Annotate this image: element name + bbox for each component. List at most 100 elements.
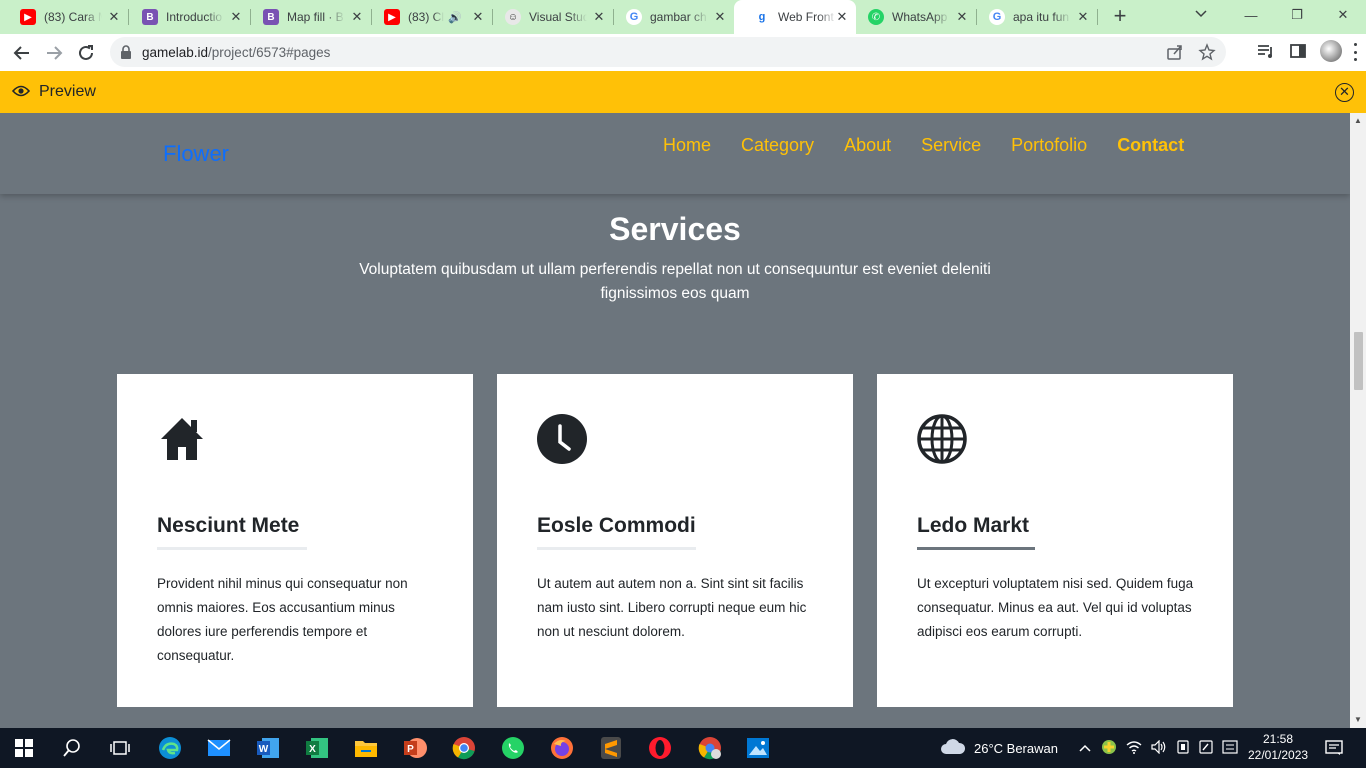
tab-title: gambar ch	[650, 10, 707, 24]
search-icon[interactable]	[60, 736, 84, 760]
windows-start-icon[interactable]	[12, 736, 36, 760]
profile-avatar[interactable]	[1320, 40, 1342, 62]
toolbar-right-actions	[1256, 40, 1342, 62]
gamelab-icon: g	[754, 9, 770, 25]
tab-close-icon[interactable]: ✕	[106, 9, 122, 25]
page-viewport: Flower Home Category About Service Porto…	[0, 113, 1350, 728]
task-view-icon[interactable]	[108, 736, 132, 760]
bookmark-star-icon[interactable]	[1198, 43, 1216, 66]
svg-text:P: P	[407, 744, 414, 755]
chrome-profile-icon[interactable]	[686, 728, 734, 768]
whatsapp-icon: ✆	[868, 9, 884, 25]
weather-text: 26°C Berawan	[974, 740, 1058, 756]
share-icon[interactable]	[1166, 43, 1184, 66]
new-tab-button[interactable]: +	[1108, 5, 1132, 29]
tab-title: WhatsApp	[892, 10, 948, 24]
weather-widget[interactable]: 26°C Berawan	[940, 728, 1058, 768]
tab-close-icon[interactable]: ✕	[712, 9, 728, 25]
tab-whatsapp[interactable]: ✆ WhatsApp ✕	[848, 0, 977, 34]
edge-icon[interactable]	[158, 736, 182, 760]
windows-taskbar: W X P 26°C Berawan 21:58 22/01/2023	[0, 728, 1366, 768]
excel-icon[interactable]: X	[305, 736, 329, 760]
taskbar-clock[interactable]: 21:58 22/01/2023	[1248, 731, 1308, 763]
close-preview-icon[interactable]: ✕	[1335, 83, 1354, 102]
preview-bar: Preview ✕	[0, 71, 1366, 113]
whatsapp-taskbar-icon[interactable]	[501, 736, 525, 760]
services-subtitle: Voluptatem quibusdam ut ullam perferendi…	[359, 261, 991, 302]
powerpoint-icon[interactable]: P	[403, 736, 427, 760]
scroll-down-arrow-icon[interactable]: ▼	[1353, 715, 1363, 725]
back-icon[interactable]	[9, 40, 35, 66]
browser-menu-icon[interactable]	[1354, 43, 1358, 61]
tab-google-apa-itu[interactable]: G apa itu fun ✕	[969, 0, 1098, 34]
tab-map-fill[interactable]: B Map fill · B ✕	[243, 0, 372, 34]
google-icon: G	[626, 9, 642, 25]
opera-icon[interactable]	[648, 736, 672, 760]
battery-icon[interactable]	[1176, 739, 1190, 757]
nav-portofolio-link[interactable]: Portofolio	[1011, 135, 1087, 156]
omnibox-actions	[1166, 43, 1216, 66]
address-bar[interactable]: gamelab.id/project/6573#pages	[110, 37, 1226, 67]
firefox-icon[interactable]	[550, 736, 574, 760]
notification-center-icon[interactable]	[1322, 736, 1346, 760]
sublime-text-icon[interactable]	[599, 736, 623, 760]
close-window-icon[interactable]: ✕	[1320, 0, 1366, 30]
wifi-icon[interactable]	[1126, 740, 1142, 757]
tab-close-icon[interactable]: ✕	[228, 9, 244, 25]
tab-title: apa itu fun	[1013, 10, 1070, 24]
bootstrap-icon: B	[142, 9, 158, 25]
tab-youtube-cara[interactable]: ▶ (83) Cara M ✕	[0, 0, 129, 34]
site-brand-link[interactable]: Flower	[163, 141, 229, 167]
tab-close-icon[interactable]: ✕	[470, 9, 486, 25]
tab-introduction[interactable]: B Introductio ✕	[122, 0, 251, 34]
reload-icon[interactable]	[73, 40, 99, 66]
minimize-icon[interactable]: —	[1228, 0, 1274, 30]
tray-app-icon[interactable]	[1101, 739, 1117, 758]
tab-close-icon[interactable]: ✕	[1075, 9, 1091, 25]
mail-icon[interactable]	[207, 736, 231, 760]
clock-date: 22/01/2023	[1248, 748, 1309, 762]
nav-category-link[interactable]: Category	[741, 135, 814, 156]
keyboard-language-icon[interactable]	[1222, 739, 1238, 757]
side-panel-icon[interactable]	[1288, 40, 1308, 62]
bootstrap-icon: B	[263, 9, 279, 25]
scroll-up-arrow-icon[interactable]: ▲	[1353, 116, 1363, 126]
chrome-icon[interactable]	[452, 736, 476, 760]
tab-close-icon[interactable]: ✕	[954, 9, 970, 25]
tab-divider	[1097, 9, 1098, 25]
pen-workspace-icon[interactable]	[1199, 739, 1213, 757]
restore-icon[interactable]: ❐	[1274, 0, 1320, 30]
media-queue-icon[interactable]	[1256, 40, 1276, 62]
tab-web-front[interactable]: g Web Front ✕	[734, 0, 856, 34]
word-icon[interactable]: W	[256, 736, 280, 760]
volume-icon[interactable]	[1151, 739, 1167, 757]
tab-youtube-audio[interactable]: ▶ (83) Cl 🔊 ✕	[364, 0, 493, 34]
tab-close-icon[interactable]: ✕	[591, 9, 607, 25]
tab-title: Visual Stud	[529, 10, 587, 24]
tab-google-gambar[interactable]: G gambar ch ✕	[606, 0, 734, 34]
nav-service-link[interactable]: Service	[921, 135, 981, 156]
scrollbar-thumb[interactable]	[1354, 332, 1363, 390]
forward-icon[interactable]	[41, 40, 67, 66]
site-navbar: Flower Home Category About Service Porto…	[0, 113, 1350, 194]
chevron-up-icon[interactable]	[1078, 741, 1092, 756]
svg-text:W: W	[259, 744, 269, 755]
nav-about-link[interactable]: About	[844, 135, 891, 156]
nav-home-link[interactable]: Home	[663, 135, 711, 156]
tab-search-chevron-icon[interactable]	[1194, 6, 1208, 23]
lock-icon[interactable]	[120, 45, 132, 64]
tab-title: Introductio	[166, 10, 223, 24]
tab-close-icon[interactable]: ✕	[349, 9, 365, 25]
photos-icon[interactable]	[746, 736, 770, 760]
title-underline	[157, 547, 307, 550]
tab-title: Web Front	[778, 10, 834, 24]
tab-visual-studio[interactable]: ☺ Visual Stud ✕	[485, 0, 614, 34]
nav-contact-link[interactable]: Contact	[1117, 135, 1184, 156]
clock-icon	[537, 414, 587, 464]
page-scrollbar[interactable]: ▲ ▼	[1350, 113, 1366, 728]
youtube-icon: ▶	[20, 9, 36, 25]
speaker-icon[interactable]: 🔊	[448, 11, 462, 24]
clock-time: 21:58	[1262, 732, 1294, 746]
file-explorer-icon[interactable]	[354, 736, 378, 760]
service-card-title: Eosle Commodi	[537, 514, 696, 537]
